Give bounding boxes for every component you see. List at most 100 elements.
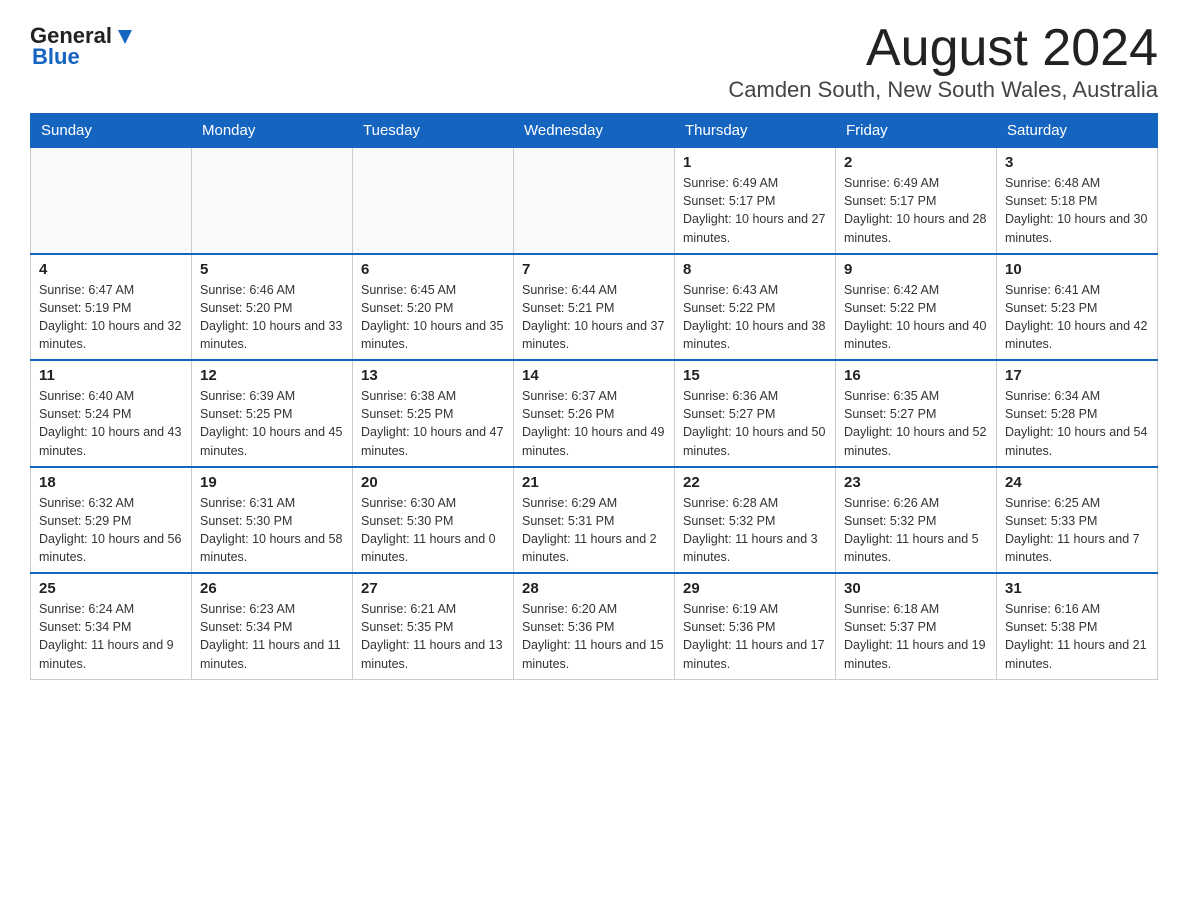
calendar-day-cell: 18 Sunrise: 6:32 AMSunset: 5:29 PMDayligh… <box>31 467 192 574</box>
day-info: Sunrise: 6:24 AMSunset: 5:34 PMDaylight:… <box>39 602 174 670</box>
title-block: August 2024 Camden South, New South Wale… <box>728 20 1158 103</box>
month-title: August 2024 <box>728 20 1158 77</box>
day-number: 23 <box>844 474 988 491</box>
day-info: Sunrise: 6:26 AMSunset: 5:32 PMDaylight:… <box>844 496 979 564</box>
calendar-day-cell: 23 Sunrise: 6:26 AMSunset: 5:32 PMDayligh… <box>836 467 997 574</box>
calendar-day-cell: 8 Sunrise: 6:43 AMSunset: 5:22 PMDaylight… <box>675 254 836 361</box>
logo-arrow-icon <box>114 26 136 48</box>
day-number: 6 <box>361 261 505 278</box>
day-number: 19 <box>200 474 344 491</box>
day-number: 8 <box>683 261 827 278</box>
logo: General Blue <box>30 20 136 70</box>
calendar-day-header: Monday <box>192 114 353 148</box>
day-number: 28 <box>522 580 666 597</box>
day-info: Sunrise: 6:31 AMSunset: 5:30 PMDaylight:… <box>200 496 342 564</box>
page-header: General Blue August 2024 Camden South, N… <box>30 20 1158 103</box>
day-info: Sunrise: 6:16 AMSunset: 5:38 PMDaylight:… <box>1005 602 1147 670</box>
day-number: 14 <box>522 367 666 384</box>
day-number: 20 <box>361 474 505 491</box>
day-info: Sunrise: 6:40 AMSunset: 5:24 PMDaylight:… <box>39 389 181 457</box>
day-info: Sunrise: 6:49 AMSunset: 5:17 PMDaylight:… <box>844 176 986 244</box>
day-info: Sunrise: 6:46 AMSunset: 5:20 PMDaylight:… <box>200 283 342 351</box>
day-number: 18 <box>39 474 183 491</box>
calendar-day-cell: 11 Sunrise: 6:40 AMSunset: 5:24 PMDayligh… <box>31 360 192 467</box>
day-number: 31 <box>1005 580 1149 597</box>
day-number: 5 <box>200 261 344 278</box>
day-info: Sunrise: 6:18 AMSunset: 5:37 PMDaylight:… <box>844 602 986 670</box>
calendar-day-cell: 4 Sunrise: 6:47 AMSunset: 5:19 PMDaylight… <box>31 254 192 361</box>
calendar-day-cell: 2 Sunrise: 6:49 AMSunset: 5:17 PMDaylight… <box>836 148 997 254</box>
day-number: 30 <box>844 580 988 597</box>
day-number: 25 <box>39 580 183 597</box>
location-subtitle: Camden South, New South Wales, Australia <box>728 77 1158 103</box>
day-info: Sunrise: 6:23 AMSunset: 5:34 PMDaylight:… <box>200 602 341 670</box>
day-info: Sunrise: 6:49 AMSunset: 5:17 PMDaylight:… <box>683 176 825 244</box>
calendar-day-cell: 1Sunrise: 6:49 AMSunset: 5:17 PMDaylight… <box>675 148 836 254</box>
day-number: 10 <box>1005 261 1149 278</box>
day-info: Sunrise: 6:30 AMSunset: 5:30 PMDaylight:… <box>361 496 496 564</box>
day-info: Sunrise: 6:48 AMSunset: 5:18 PMDaylight:… <box>1005 176 1147 244</box>
day-number: 11 <box>39 367 183 384</box>
day-info: Sunrise: 6:28 AMSunset: 5:32 PMDaylight:… <box>683 496 818 564</box>
day-info: Sunrise: 6:39 AMSunset: 5:25 PMDaylight:… <box>200 389 342 457</box>
day-info: Sunrise: 6:37 AMSunset: 5:26 PMDaylight:… <box>522 389 664 457</box>
calendar-week-row: 11 Sunrise: 6:40 AMSunset: 5:24 PMDayligh… <box>31 360 1158 467</box>
day-number: 29 <box>683 580 827 597</box>
day-number: 22 <box>683 474 827 491</box>
calendar-week-row: 25 Sunrise: 6:24 AMSunset: 5:34 PMDayligh… <box>31 573 1158 679</box>
day-number: 3 <box>1005 154 1149 171</box>
calendar-day-cell: 30 Sunrise: 6:18 AMSunset: 5:37 PMDayligh… <box>836 573 997 679</box>
day-number: 7 <box>522 261 666 278</box>
day-info: Sunrise: 6:32 AMSunset: 5:29 PMDaylight:… <box>39 496 181 564</box>
day-info: Sunrise: 6:34 AMSunset: 5:28 PMDaylight:… <box>1005 389 1147 457</box>
calendar-day-cell: 17Sunrise: 6:34 AMSunset: 5:28 PMDayligh… <box>997 360 1158 467</box>
day-info: Sunrise: 6:36 AMSunset: 5:27 PMDaylight:… <box>683 389 825 457</box>
day-number: 24 <box>1005 474 1149 491</box>
calendar-day-cell <box>31 148 192 254</box>
day-info: Sunrise: 6:44 AMSunset: 5:21 PMDaylight:… <box>522 283 664 351</box>
calendar-day-cell: 7 Sunrise: 6:44 AMSunset: 5:21 PMDaylight… <box>514 254 675 361</box>
day-info: Sunrise: 6:21 AMSunset: 5:35 PMDaylight:… <box>361 602 503 670</box>
calendar-day-cell: 28Sunrise: 6:20 AMSunset: 5:36 PMDayligh… <box>514 573 675 679</box>
calendar-day-cell: 21Sunrise: 6:29 AMSunset: 5:31 PMDayligh… <box>514 467 675 574</box>
day-info: Sunrise: 6:25 AMSunset: 5:33 PMDaylight:… <box>1005 496 1140 564</box>
calendar-day-header: Sunday <box>31 114 192 148</box>
day-info: Sunrise: 6:42 AMSunset: 5:22 PMDaylight:… <box>844 283 986 351</box>
calendar-day-cell <box>192 148 353 254</box>
calendar-day-cell: 20 Sunrise: 6:30 AMSunset: 5:30 PMDayligh… <box>353 467 514 574</box>
calendar-day-cell: 9 Sunrise: 6:42 AMSunset: 5:22 PMDaylight… <box>836 254 997 361</box>
calendar-day-cell: 25 Sunrise: 6:24 AMSunset: 5:34 PMDayligh… <box>31 573 192 679</box>
calendar-day-cell: 15 Sunrise: 6:36 AMSunset: 5:27 PMDayligh… <box>675 360 836 467</box>
calendar-day-header: Friday <box>836 114 997 148</box>
day-number: 27 <box>361 580 505 597</box>
day-info: Sunrise: 6:45 AMSunset: 5:20 PMDaylight:… <box>361 283 503 351</box>
day-info: Sunrise: 6:35 AMSunset: 5:27 PMDaylight:… <box>844 389 986 457</box>
day-number: 2 <box>844 154 988 171</box>
logo-blue: Blue <box>32 44 80 70</box>
calendar-day-cell: 14 Sunrise: 6:37 AMSunset: 5:26 PMDayligh… <box>514 360 675 467</box>
calendar-day-cell: 5 Sunrise: 6:46 AMSunset: 5:20 PMDaylight… <box>192 254 353 361</box>
day-number: 12 <box>200 367 344 384</box>
calendar-day-cell: 24 Sunrise: 6:25 AMSunset: 5:33 PMDayligh… <box>997 467 1158 574</box>
calendar-day-cell <box>353 148 514 254</box>
calendar-day-header: Wednesday <box>514 114 675 148</box>
day-info: Sunrise: 6:47 AMSunset: 5:19 PMDaylight:… <box>39 283 181 351</box>
calendar-day-cell: 31 Sunrise: 6:16 AMSunset: 5:38 PMDayligh… <box>997 573 1158 679</box>
calendar-day-cell: 13 Sunrise: 6:38 AMSunset: 5:25 PMDayligh… <box>353 360 514 467</box>
calendar-day-cell: 19 Sunrise: 6:31 AMSunset: 5:30 PMDayligh… <box>192 467 353 574</box>
calendar-day-cell: 12 Sunrise: 6:39 AMSunset: 5:25 PMDayligh… <box>192 360 353 467</box>
day-info: Sunrise: 6:38 AMSunset: 5:25 PMDaylight:… <box>361 389 503 457</box>
day-number: 15 <box>683 367 827 384</box>
day-info: Sunrise: 6:43 AMSunset: 5:22 PMDaylight:… <box>683 283 825 351</box>
day-number: 9 <box>844 261 988 278</box>
day-number: 13 <box>361 367 505 384</box>
calendar-day-header: Thursday <box>675 114 836 148</box>
calendar-week-row: 1Sunrise: 6:49 AMSunset: 5:17 PMDaylight… <box>31 148 1158 254</box>
calendar-day-cell: 26Sunrise: 6:23 AMSunset: 5:34 PMDayligh… <box>192 573 353 679</box>
day-info: Sunrise: 6:29 AMSunset: 5:31 PMDaylight:… <box>522 496 657 564</box>
calendar-day-header: Saturday <box>997 114 1158 148</box>
calendar-table: SundayMondayTuesdayWednesdayThursdayFrid… <box>30 113 1158 680</box>
day-number: 4 <box>39 261 183 278</box>
calendar-day-cell: 29Sunrise: 6:19 AMSunset: 5:36 PMDayligh… <box>675 573 836 679</box>
calendar-day-cell: 6 Sunrise: 6:45 AMSunset: 5:20 PMDaylight… <box>353 254 514 361</box>
